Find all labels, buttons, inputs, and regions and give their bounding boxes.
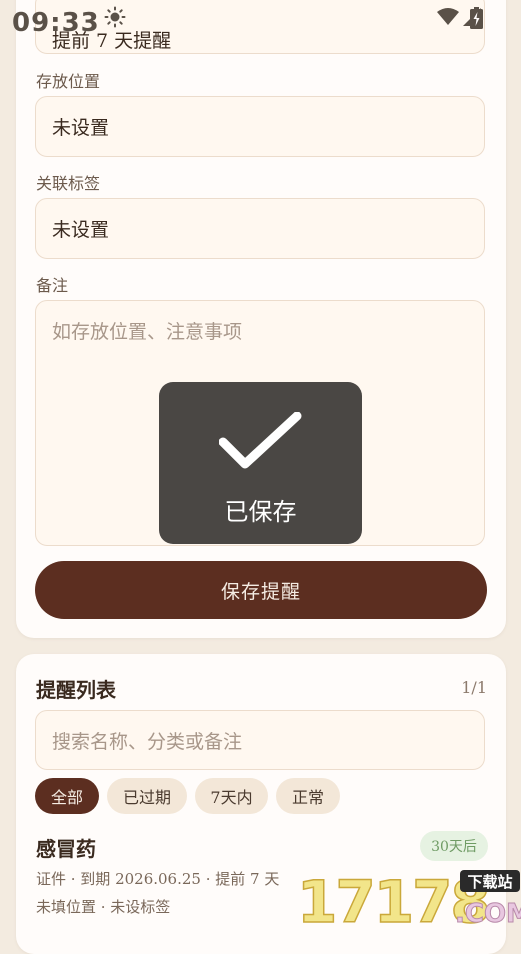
location-value: 未设置	[52, 117, 110, 139]
saved-toast: 已保存	[159, 382, 362, 544]
note-placeholder: 如存放位置、注意事项	[52, 321, 243, 343]
item-days-badge: 30天后	[420, 831, 488, 861]
battery-icon	[470, 7, 483, 33]
toast-text: 已保存	[224, 498, 297, 526]
status-bar: 09:33	[0, 0, 521, 44]
item-name: 感冒药	[36, 837, 96, 861]
tag-label: 关联标签	[36, 174, 101, 193]
checkmark-icon	[219, 412, 302, 469]
watermark-logo: 17178 下载站 .COM	[297, 867, 521, 926]
location-label: 存放位置	[36, 72, 101, 91]
note-label: 备注	[36, 276, 69, 295]
tag-value: 未设置	[52, 219, 110, 241]
filter-chip-all[interactable]: 全部	[35, 778, 99, 814]
status-time: 09:33	[12, 8, 100, 38]
item-meta-line1: 证件 · 到期 2026.06.25 · 提前 7 天	[36, 870, 280, 888]
svg-text:.COM: .COM	[455, 899, 521, 926]
svg-text:下载站: 下载站	[467, 873, 512, 891]
tag-field[interactable]: 未设置	[35, 198, 485, 259]
save-reminder-button[interactable]: 保存提醒	[35, 561, 487, 619]
filter-chip-within-7-days[interactable]: 7天内	[195, 778, 268, 814]
filter-chip-expired[interactable]: 已过期	[107, 778, 187, 814]
wifi-icon	[437, 8, 459, 30]
list-count: 1/1	[461, 678, 487, 697]
search-placeholder: 搜索名称、分类或备注	[52, 730, 243, 753]
list-title: 提醒列表	[36, 678, 116, 702]
sun-icon	[104, 6, 126, 32]
search-input[interactable]: 搜索名称、分类或备注	[35, 710, 485, 770]
filter-chip-normal[interactable]: 正常	[276, 778, 340, 814]
item-meta-line2: 未填位置 · 未设标签	[36, 898, 171, 916]
location-field[interactable]: 未设置	[35, 96, 485, 157]
